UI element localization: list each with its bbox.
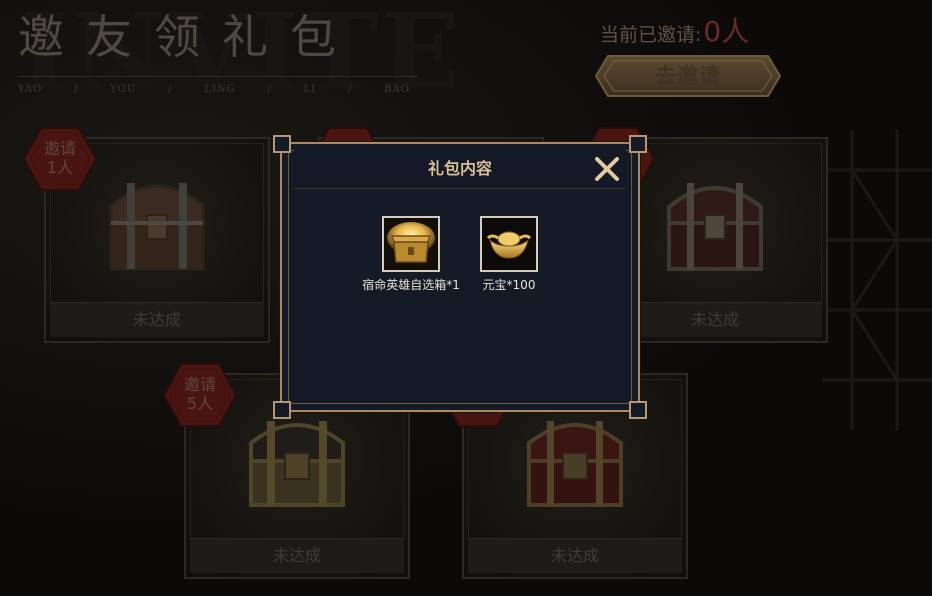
wooden-chest-icon bbox=[109, 183, 205, 271]
gift-item[interactable]: 元宝*100 bbox=[468, 216, 550, 293]
page-title: 邀友领礼包 bbox=[18, 10, 358, 64]
scaffold-silhouette bbox=[822, 130, 932, 430]
modal-corner-ornament bbox=[629, 401, 647, 419]
pinyin-separator: / bbox=[74, 84, 79, 95]
badge-line2: 1人 bbox=[46, 158, 74, 177]
invite-button-label: 去邀请 bbox=[655, 63, 721, 88]
gift-content-modal: 礼包内容 宿命英雄自选箱*1 元宝*100 bbox=[273, 135, 647, 419]
item-label: 元宝*100 bbox=[482, 278, 536, 292]
modal-corner-ornament bbox=[629, 135, 647, 153]
modal-corner-ornament bbox=[273, 135, 291, 153]
gold-ingot-icon bbox=[482, 218, 536, 270]
pinyin-separator: / bbox=[267, 84, 272, 95]
badge-line1: 邀请 bbox=[43, 139, 76, 158]
red-gold-chest-icon bbox=[527, 421, 623, 507]
pinyin-part: BAO bbox=[384, 84, 410, 95]
title-divider bbox=[18, 76, 418, 77]
invited-count-display: 当前已邀请:0人 bbox=[600, 10, 749, 50]
reward-status: 未达成 bbox=[468, 538, 682, 573]
gift-item-list: 宿命英雄自选箱*1 元宝*100 bbox=[282, 216, 638, 293]
item-label: 宿命英雄自选箱*1 bbox=[362, 278, 460, 292]
pinyin-part: LING bbox=[204, 84, 236, 95]
item-slot bbox=[382, 216, 440, 272]
dark-red-chest-icon bbox=[667, 183, 763, 271]
gift-item[interactable]: 宿命英雄自选箱*1 bbox=[362, 216, 460, 293]
modal-title: 礼包内容 bbox=[427, 159, 492, 178]
modal-corner-ornament bbox=[273, 401, 291, 419]
badge-line2: 5人 bbox=[186, 394, 214, 413]
invite-requirement-badge: 邀请 5人 bbox=[162, 362, 238, 428]
go-invite-button[interactable]: 去邀请 bbox=[594, 54, 782, 98]
reward-status: 未达成 bbox=[50, 302, 264, 337]
pinyin-part: YOU bbox=[110, 84, 137, 95]
modal-header: 礼包内容 bbox=[294, 150, 626, 189]
badge-line1: 邀请 bbox=[183, 375, 216, 394]
gold-treasure-box-icon bbox=[384, 218, 438, 270]
reward-status: 未达成 bbox=[190, 538, 404, 573]
invite-requirement-badge: 邀请 1人 bbox=[22, 126, 98, 192]
reward-status: 未达成 bbox=[608, 302, 822, 337]
pinyin-part: LI bbox=[303, 84, 317, 95]
invite-gift-screen: { "header": { "background_word": "INVITE… bbox=[0, 0, 932, 596]
gold-black-chest-icon bbox=[249, 421, 345, 507]
invited-label: 当前已邀请: bbox=[600, 24, 702, 46]
item-slot bbox=[480, 216, 538, 272]
title-pinyin: YAO / YOU / LING / LI / BAO bbox=[18, 84, 410, 95]
pinyin-part: YAO bbox=[18, 84, 43, 95]
pinyin-separator: / bbox=[348, 84, 353, 95]
pinyin-separator: / bbox=[168, 84, 173, 95]
invited-count: 0人 bbox=[703, 15, 750, 48]
close-icon[interactable] bbox=[592, 154, 622, 184]
